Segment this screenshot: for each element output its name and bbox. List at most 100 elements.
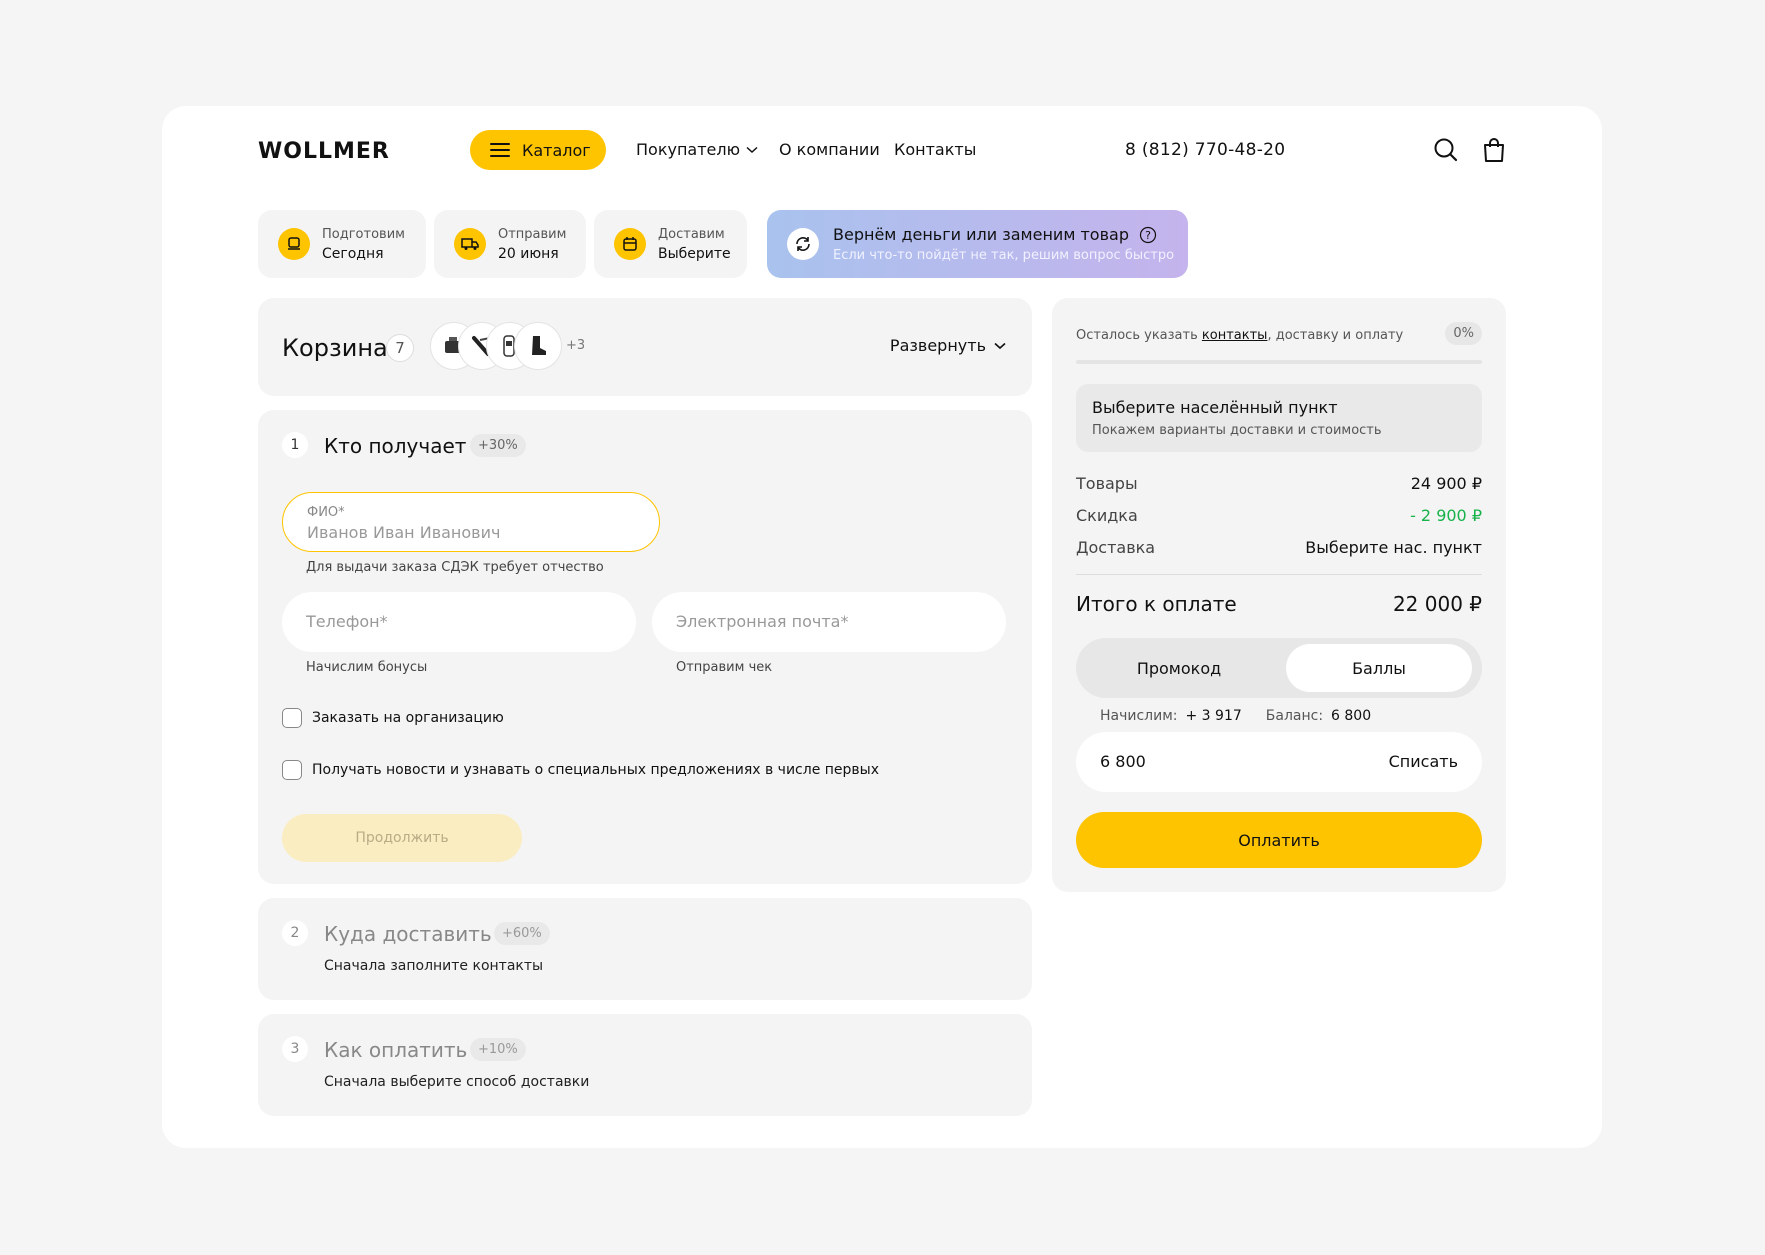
phone-field[interactable] bbox=[282, 592, 636, 652]
nav-contacts[interactable]: Контакты bbox=[894, 140, 976, 159]
checkbox-box[interactable] bbox=[282, 708, 302, 728]
phone-input[interactable] bbox=[306, 612, 606, 631]
refund-banner[interactable]: Вернём деньги или заменим товар ? Если ч… bbox=[767, 210, 1188, 278]
cart-panel: Корзина 7 +3 Развернуть bbox=[258, 298, 1032, 396]
checkbox-org-label: Заказать на организацию bbox=[312, 710, 504, 726]
promo-points-tabs: Промокод Баллы bbox=[1076, 638, 1482, 698]
chevron-down-icon bbox=[994, 342, 1006, 349]
info-prepare: Подготовим Сегодня bbox=[258, 210, 426, 278]
info-ship-label: Отправим bbox=[498, 226, 567, 242]
expand-button[interactable]: Развернуть bbox=[890, 336, 1006, 355]
step-delivery: 2 Куда доставить +60% Сначала заполните … bbox=[258, 898, 1032, 1000]
catalog-label: Каталог bbox=[522, 140, 591, 160]
menu-icon bbox=[490, 143, 510, 157]
divider bbox=[1076, 574, 1482, 575]
discount-row: Скидка - 2 900 ₽ bbox=[1076, 506, 1482, 525]
step-subtitle: Сначала заполните контакты bbox=[324, 958, 544, 974]
balance-label: Баланс: bbox=[1265, 708, 1324, 724]
email-field[interactable] bbox=[652, 592, 1006, 652]
step-title: Кто получает bbox=[324, 434, 467, 458]
pay-button[interactable]: Оплатить bbox=[1076, 812, 1482, 868]
fio-field[interactable]: ФИО* bbox=[282, 492, 660, 552]
email-hint: Отправим чек bbox=[676, 660, 773, 675]
email-input[interactable] bbox=[676, 612, 976, 631]
progress-bar bbox=[1076, 360, 1482, 364]
cart-count-badge: 7 bbox=[386, 334, 414, 362]
tab-points[interactable]: Баллы bbox=[1286, 644, 1472, 692]
question-icon[interactable]: ? bbox=[1139, 226, 1157, 244]
chevron-down-icon bbox=[746, 146, 758, 153]
info-deliver[interactable]: Доставим Выберите bbox=[594, 210, 747, 278]
city-subtitle: Покажем варианты доставки и стоимость bbox=[1092, 423, 1382, 438]
fio-label: ФИО* bbox=[307, 505, 345, 520]
progress-text: Осталось указать контакты, доставку и оп… bbox=[1076, 328, 1403, 343]
truck-icon bbox=[454, 228, 486, 260]
order-summary: Осталось указать контакты, доставку и оп… bbox=[1052, 298, 1506, 892]
catalog-button[interactable]: Каталог bbox=[470, 130, 606, 170]
checkbox-news-label: Получать новости и узнавать о специальны… bbox=[312, 762, 879, 778]
bonus-info: Начислим: + 3 917 Баланс: 6 800 bbox=[1100, 708, 1371, 724]
progress-prefix: Осталось указать bbox=[1076, 328, 1202, 343]
goods-value: 24 900 ₽ bbox=[1410, 474, 1482, 493]
box-icon bbox=[278, 228, 310, 260]
total-value: 22 000 ₽ bbox=[1392, 592, 1482, 616]
step-badge: +30% bbox=[470, 434, 526, 457]
bag-icon[interactable] bbox=[1480, 136, 1508, 164]
info-ship: Отправим 20 июня bbox=[434, 210, 586, 278]
product-thumb[interactable] bbox=[514, 322, 562, 370]
fio-input[interactable] bbox=[307, 523, 607, 542]
calendar-icon bbox=[614, 228, 646, 260]
refund-title: Вернём деньги или заменим товар bbox=[833, 225, 1129, 244]
cart-more-count: +3 bbox=[566, 338, 586, 353]
delivery-value: Выберите нас. пункт bbox=[1305, 538, 1482, 557]
progress-percent: 0% bbox=[1445, 322, 1482, 345]
step-title: Куда доставить bbox=[324, 922, 492, 946]
points-field[interactable]: Списать bbox=[1076, 732, 1482, 792]
step-subtitle: Сначала выберите способ доставки bbox=[324, 1074, 590, 1090]
total-row: Итого к оплате 22 000 ₽ bbox=[1076, 592, 1482, 616]
wollmer-logo[interactable]: WOLLMER bbox=[258, 137, 406, 163]
write-off-button[interactable]: Списать bbox=[1389, 752, 1458, 771]
goods-label: Товары bbox=[1076, 474, 1138, 493]
nav-buyer-label: Покупателю bbox=[636, 140, 741, 159]
info-prepare-value: Сегодня bbox=[322, 245, 384, 262]
step-number: 1 bbox=[282, 432, 308, 458]
refresh-icon bbox=[787, 228, 819, 260]
info-deliver-value: Выберите bbox=[658, 245, 731, 262]
city-selector[interactable]: Выберите населённый пункт Покажем вариан… bbox=[1076, 384, 1482, 452]
step-payment: 3 Как оплатить +10% Сначала выберите спо… bbox=[258, 1014, 1032, 1116]
step-badge: +10% bbox=[470, 1038, 526, 1061]
checkbox-box[interactable] bbox=[282, 760, 302, 780]
checkbox-news[interactable]: Получать новости и узнавать о специальны… bbox=[282, 760, 879, 780]
info-deliver-label: Доставим bbox=[658, 226, 725, 242]
svg-text:WOLLMER: WOLLMER bbox=[258, 139, 390, 163]
search-icon[interactable] bbox=[1432, 136, 1460, 164]
accrue-value: + 3 917 bbox=[1185, 708, 1242, 724]
step-title: Как оплатить bbox=[324, 1038, 468, 1062]
nav-about[interactable]: О компании bbox=[779, 140, 880, 159]
discount-value: - 2 900 ₽ bbox=[1410, 506, 1482, 525]
total-label: Итого к оплате bbox=[1076, 592, 1237, 616]
nav-buyer[interactable]: Покупателю bbox=[636, 140, 758, 159]
accrue-label: Начислим: bbox=[1100, 708, 1178, 724]
boot-icon bbox=[532, 336, 546, 355]
delivery-row: Доставка Выберите нас. пункт bbox=[1076, 538, 1482, 557]
refund-subtitle: Если что-то пойдёт не так, решим вопрос … bbox=[833, 248, 1175, 263]
checkbox-org[interactable]: Заказать на организацию bbox=[282, 708, 504, 728]
phone-hint: Начислим бонусы bbox=[306, 660, 428, 675]
discount-label: Скидка bbox=[1076, 506, 1138, 525]
info-prepare-label: Подготовим bbox=[322, 226, 405, 242]
contacts-link[interactable]: контакты bbox=[1202, 328, 1268, 343]
continue-button[interactable]: Продолжить bbox=[282, 814, 522, 862]
fio-hint: Для выдачи заказа СДЭК требует отчество bbox=[306, 560, 604, 575]
delivery-label: Доставка bbox=[1076, 538, 1156, 557]
step-number: 2 bbox=[282, 920, 308, 946]
expand-label: Развернуть bbox=[889, 336, 986, 355]
tab-promocode[interactable]: Промокод bbox=[1086, 644, 1272, 692]
points-input[interactable] bbox=[1100, 752, 1300, 771]
goods-row: Товары 24 900 ₽ bbox=[1076, 474, 1482, 493]
city-title: Выберите населённый пункт bbox=[1092, 398, 1338, 417]
progress-suffix: , доставку и оплату bbox=[1267, 328, 1404, 343]
phone-number[interactable]: 8 (812) 770-48-20 bbox=[1125, 140, 1285, 160]
step-badge: +60% bbox=[494, 922, 550, 945]
